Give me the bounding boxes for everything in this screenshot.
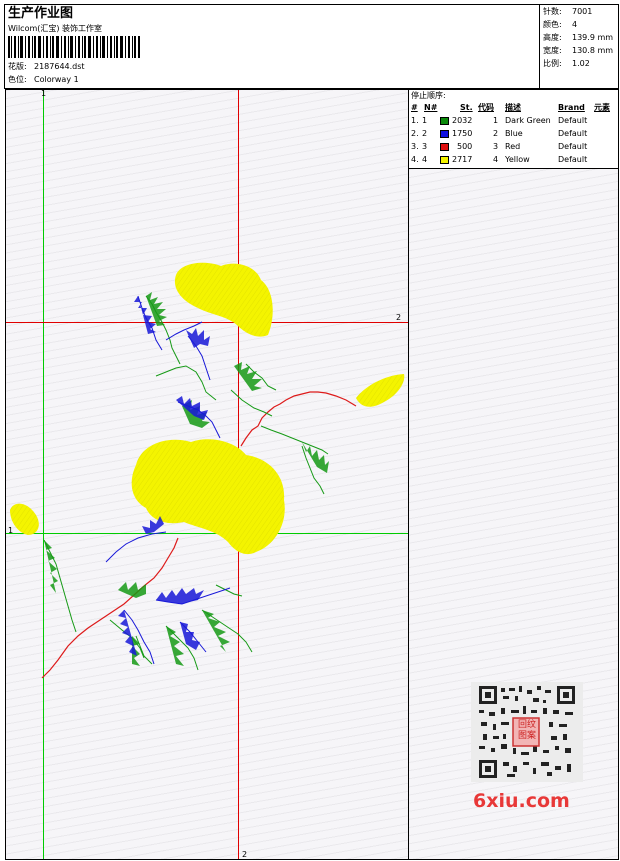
- stat-height-value: 139.9 mm: [572, 33, 614, 42]
- color-swatch-red: [440, 143, 449, 151]
- embroidery-design: [10, 262, 405, 679]
- stat-colors-label: 颜色:: [543, 20, 562, 29]
- stat-height-label: 高度:: [543, 33, 562, 42]
- design-canvas[interactable]: 1 1 2 2: [5, 89, 409, 860]
- row-stitches: 500: [457, 142, 473, 151]
- row-brand: Default: [558, 129, 588, 138]
- row-index: 3.: [411, 142, 419, 151]
- yellow-bud-right: [356, 374, 405, 407]
- row-n: 3: [422, 142, 428, 151]
- row-index: 2.: [411, 129, 419, 138]
- stat-colors-value: 4: [572, 20, 578, 29]
- col-header-code: 代码: [478, 103, 494, 112]
- red-stem-right: [240, 391, 357, 447]
- yellow-bud-left: [10, 503, 39, 535]
- stop-sequence-title: 停止顺序:: [411, 91, 446, 100]
- barcode-icon: [8, 36, 140, 58]
- color-swatch-blue: [440, 130, 449, 138]
- colorway-value: Colorway 1: [34, 75, 79, 84]
- stat-scale-value: 1.02: [572, 59, 590, 68]
- row-code: 3: [493, 142, 499, 151]
- row-desc: Blue: [505, 129, 523, 138]
- design-file: 2187644.dst: [34, 62, 85, 71]
- stat-stitches-label: 针数:: [543, 7, 562, 16]
- col-header-stitches: St.: [460, 103, 473, 112]
- row-code: 2: [493, 129, 499, 138]
- row-stitches: 1750: [452, 129, 473, 138]
- col-header-element: 元素: [594, 103, 610, 112]
- studio-name: Wilcom(汇宝) 装饰工作室: [8, 24, 103, 33]
- col-header-brand: Brand: [558, 103, 585, 112]
- colorway-label: 色位:: [8, 75, 27, 84]
- row-brand: Default: [558, 116, 588, 125]
- row-index: 4.: [411, 155, 419, 164]
- stat-width-value: 130.8 mm: [572, 46, 614, 55]
- row-desc: Red: [505, 142, 521, 151]
- col-header-index: #: [411, 103, 418, 112]
- stat-stitches-value: 7001: [572, 7, 593, 16]
- row-code: 4: [493, 155, 499, 164]
- row-desc: Dark Green: [505, 116, 551, 125]
- stat-width-label: 宽度:: [543, 46, 562, 55]
- row-index: 1.: [411, 116, 419, 125]
- watermark-site: 6xiu.com: [473, 790, 570, 812]
- watermark-seal: 回纹图案: [517, 720, 536, 741]
- col-header-desc: 描述: [505, 103, 521, 112]
- row-desc: Yellow: [505, 155, 530, 164]
- row-brand: Default: [558, 142, 588, 151]
- row-n: 4: [422, 155, 428, 164]
- row-stitches: 2032: [452, 116, 473, 125]
- row-n: 2: [422, 129, 428, 138]
- page-title: 生产作业图: [8, 6, 74, 21]
- red-stem-lower: [41, 537, 179, 679]
- color-swatch-dark-green: [440, 117, 449, 125]
- row-stitches: 2717: [452, 155, 473, 164]
- row-code: 1: [493, 116, 499, 125]
- yellow-flower-top: [174, 262, 273, 337]
- design-label: 花版:: [8, 62, 27, 71]
- yellow-flower-main: [131, 439, 285, 555]
- stat-scale-label: 比例:: [543, 59, 562, 68]
- row-n: 1: [422, 116, 428, 125]
- row-brand: Default: [558, 155, 588, 164]
- col-header-n: N#: [424, 103, 438, 112]
- color-swatch-yellow: [440, 156, 449, 164]
